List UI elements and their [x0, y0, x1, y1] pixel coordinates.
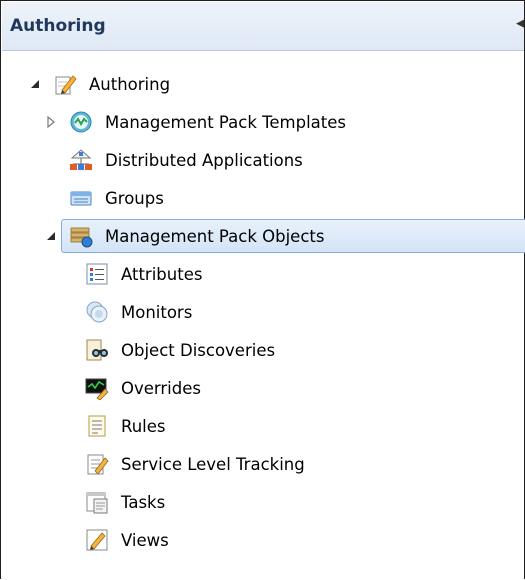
- collapse-pane-icon[interactable]: ◀: [516, 16, 524, 32]
- tree-node-rules[interactable]: Rules: [1, 407, 524, 445]
- views-icon: [85, 528, 109, 552]
- management-pack-templates-icon: [69, 110, 93, 134]
- tree-node-management-pack-templates[interactable]: Management Pack Templates: [1, 103, 524, 141]
- tree-node-label: Attributes: [121, 264, 203, 284]
- tree-node-monitors[interactable]: Monitors: [1, 293, 524, 331]
- tree-node-label: Management Pack Objects: [105, 226, 325, 246]
- tree-node-label: Groups: [105, 188, 164, 208]
- tree-node-label: Management Pack Templates: [105, 112, 347, 132]
- tasks-icon: [85, 490, 109, 514]
- service-level-tracking-icon: [85, 452, 109, 476]
- tree-node-authoring[interactable]: Authoring: [1, 65, 524, 103]
- tree-node-label: Distributed Applications: [105, 150, 303, 170]
- attributes-icon: [85, 262, 109, 286]
- tree-node-groups[interactable]: Groups: [1, 179, 524, 217]
- tree-node-label: Authoring: [89, 74, 171, 94]
- pane-header: Authoring ◀: [2, 2, 524, 51]
- tree-node-label: Service Level Tracking: [121, 454, 305, 474]
- tree-node-label: Tasks: [121, 492, 166, 512]
- tree-node-label: Rules: [121, 416, 166, 436]
- management-pack-objects-icon: [69, 224, 93, 248]
- tree-node-object-discoveries[interactable]: Object Discoveries: [1, 331, 524, 369]
- distributed-applications-icon: [69, 148, 93, 172]
- expanded-triangle-icon[interactable]: [45, 230, 57, 242]
- tree-node-label: Overrides: [121, 378, 201, 398]
- tree-node-label: Monitors: [121, 302, 193, 322]
- expanded-triangle-icon[interactable]: [29, 78, 41, 90]
- tree-node-management-pack-objects[interactable]: Management Pack Objects: [1, 217, 525, 255]
- pane-title: Authoring: [10, 16, 106, 36]
- groups-icon: [69, 186, 93, 210]
- object-discoveries-icon: [85, 338, 109, 362]
- authoring-icon: [53, 72, 77, 96]
- tree-node-label: Views: [121, 530, 169, 550]
- tree-node-overrides[interactable]: Overrides: [1, 369, 524, 407]
- tree-node-label: Object Discoveries: [121, 340, 276, 360]
- rules-icon: [85, 414, 109, 438]
- authoring-navigation-pane: Authoring ◀ Authoring Management Pack Te…: [0, 0, 525, 579]
- tree-node-views[interactable]: Views: [1, 521, 524, 559]
- monitors-icon: [85, 300, 109, 324]
- tree-node-service-level-tracking[interactable]: Service Level Tracking: [1, 445, 524, 483]
- tree-node-distributed-applications[interactable]: Distributed Applications: [1, 141, 524, 179]
- tree-node-tasks[interactable]: Tasks: [1, 483, 524, 521]
- collapsed-triangle-icon[interactable]: [45, 116, 57, 128]
- tree-node-attributes[interactable]: Attributes: [1, 255, 524, 293]
- overrides-icon: [85, 376, 109, 400]
